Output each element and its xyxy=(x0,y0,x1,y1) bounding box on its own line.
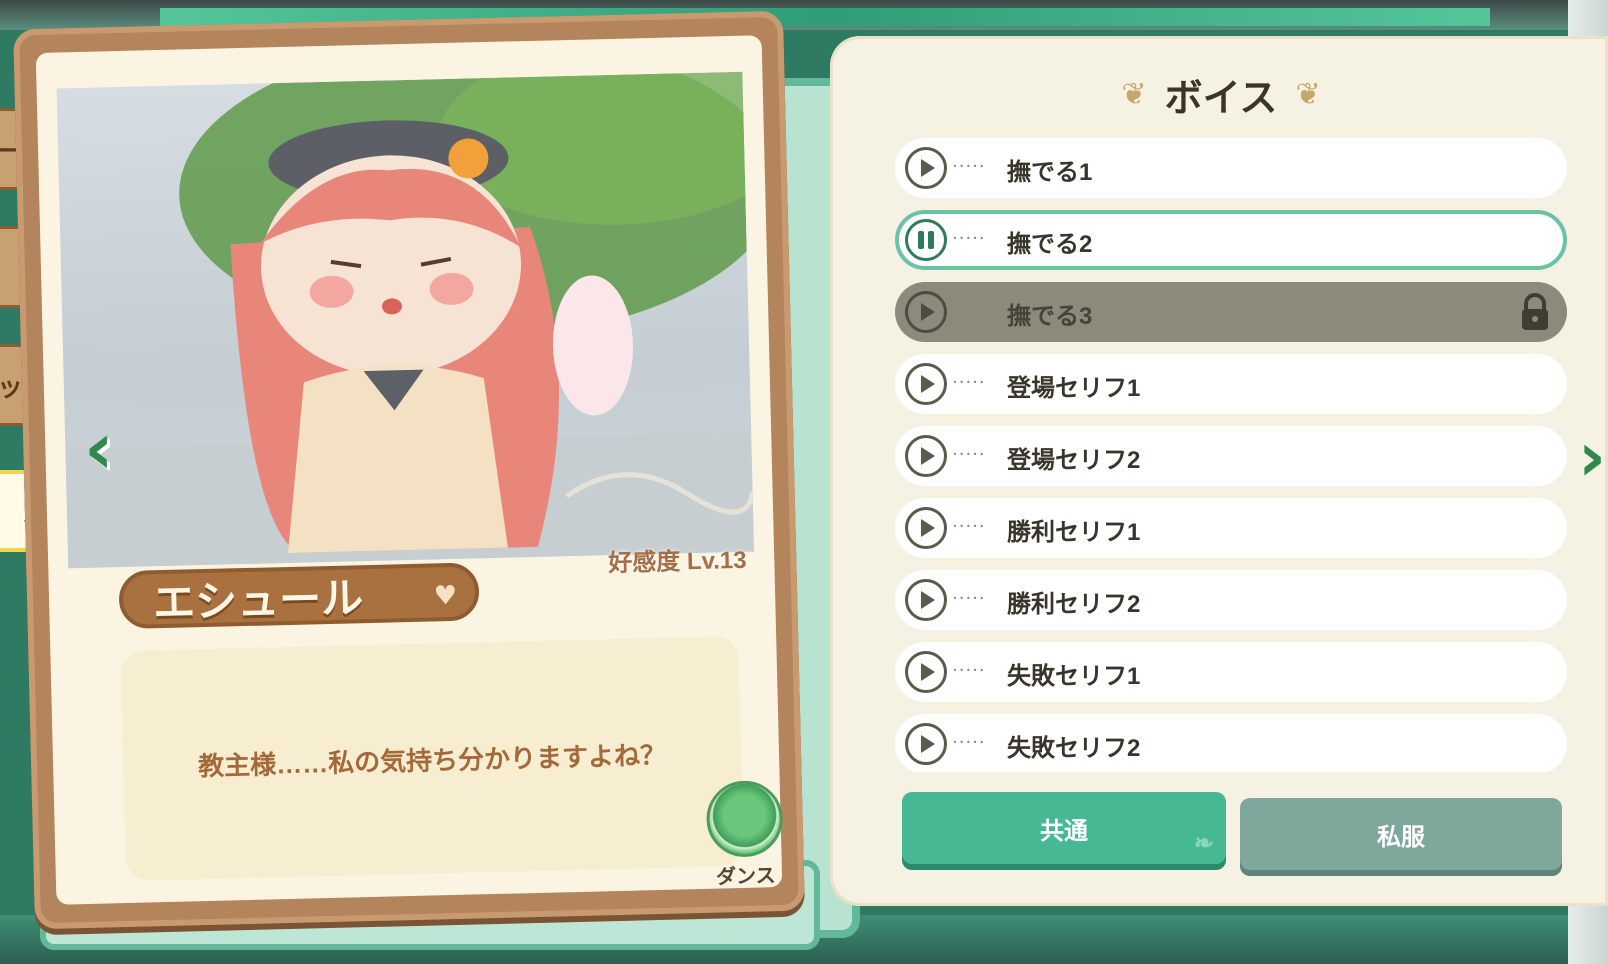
play-icon[interactable] xyxy=(905,507,947,549)
voice-label: 勝利セリフ2 xyxy=(1007,591,1141,618)
voice-label: 失敗セリフ1 xyxy=(1007,663,1141,690)
name-plate: エシュール ♥ xyxy=(118,562,480,630)
voice-title: ボイス xyxy=(1164,77,1278,120)
play-icon[interactable] xyxy=(905,579,947,621)
tab-common[interactable]: 共通 ❧ xyxy=(902,792,1226,864)
prev-character-arrow[interactable]: ‹ xyxy=(84,408,144,488)
dots-connector: ····· xyxy=(952,660,986,681)
voice-label: 撫でる1 xyxy=(1007,159,1093,186)
lock-icon xyxy=(1522,293,1548,330)
voice-item[interactable]: ····· 登場セリフ2 xyxy=(895,426,1567,486)
play-icon[interactable] xyxy=(905,651,947,693)
play-icon[interactable] xyxy=(905,435,947,477)
dots-connector: ····· xyxy=(952,372,986,393)
leaf-icon: ❧ xyxy=(1193,830,1214,857)
card-inner: エシュール ♥ 好感度 Lv.13 教主様……私の気持ち分かりますよね？ ダンス xyxy=(35,35,784,905)
next-character-arrow[interactable]: › xyxy=(1578,418,1608,498)
voice-item[interactable]: ····· 勝利セリフ1 xyxy=(895,498,1567,558)
character-name: エシュール xyxy=(152,573,364,626)
dance-label: ダンス xyxy=(715,865,776,889)
voice-label: 撫でる3 xyxy=(1007,303,1093,330)
voice-label: 登場セリフ2 xyxy=(1007,447,1141,474)
voice-item[interactable]: ····· 撫でる1 xyxy=(895,138,1567,198)
tab-casual[interactable]: 私服 xyxy=(1240,798,1562,870)
dots-connector: ····· xyxy=(952,300,986,321)
voice-item[interactable]: ····· 失敗セリフ2 xyxy=(895,714,1567,772)
voice-label: 失敗セリフ2 xyxy=(1007,735,1141,762)
voice-list[interactable]: ····· 撫でる1 ····· 撫でる2 ····· 撫でる3 ····· 登… xyxy=(895,138,1567,772)
laurel-right-icon: ❦ xyxy=(1295,76,1321,112)
dialog-box: 教主様……私の気持ち分かりますよね？ xyxy=(120,636,744,882)
tab-common-label: 共通 xyxy=(1040,817,1088,845)
dots-connector: ····· xyxy=(952,444,986,465)
tab-casual-label: 私服 xyxy=(1377,823,1425,851)
voice-item[interactable]: ····· 失敗セリフ1 xyxy=(895,642,1567,702)
dots-connector: ····· xyxy=(952,228,986,249)
voice-item[interactable]: ····· 勝利セリフ2 xyxy=(895,570,1567,630)
voice-label: 登場セリフ1 xyxy=(1007,375,1141,402)
dots-connector: ····· xyxy=(952,732,986,753)
voice-item-playing[interactable]: ····· 撫でる2 xyxy=(895,210,1567,270)
heart-icon: ♥ xyxy=(433,580,458,612)
voice-item-locked[interactable]: ····· 撫でる3 xyxy=(895,282,1567,342)
dots-connector: ····· xyxy=(952,516,986,537)
character-illustration xyxy=(65,71,755,569)
dots-connector: ····· xyxy=(952,588,986,609)
voice-header: ❦ ボイス ❦ xyxy=(1106,64,1336,124)
dots-connector: ····· xyxy=(952,156,986,177)
voice-label: 撫でる2 xyxy=(1007,231,1093,258)
affinity-level: 好感度 Lv.13 xyxy=(608,546,747,578)
play-icon[interactable] xyxy=(905,147,947,189)
voice-item[interactable]: ····· 登場セリフ1 xyxy=(895,354,1567,414)
pause-icon[interactable] xyxy=(905,219,947,261)
play-icon[interactable] xyxy=(905,723,947,765)
laurel-left-icon: ❦ xyxy=(1121,76,1147,112)
dance-button[interactable] xyxy=(705,779,784,858)
voice-label: 勝利セリフ1 xyxy=(1007,519,1141,546)
play-icon[interactable] xyxy=(905,363,947,405)
character-portrait xyxy=(56,71,755,569)
dialog-text: 教主様……私の気持ち分かりますよね？ xyxy=(197,739,667,781)
play-icon xyxy=(905,291,947,333)
